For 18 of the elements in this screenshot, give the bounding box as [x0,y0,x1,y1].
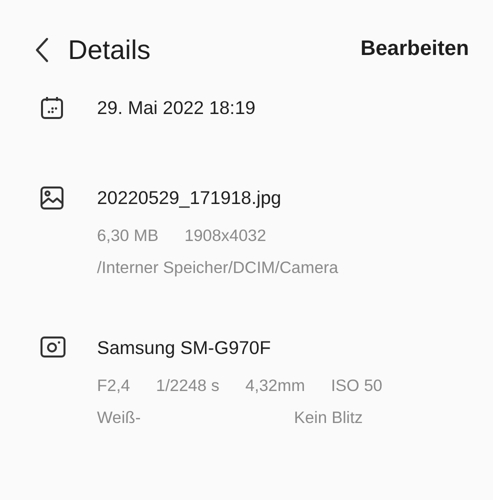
camera-icon [40,336,66,358]
detail-title: 20220529_171918.jpg [97,186,282,210]
detail-value: 1/2248 s [156,376,220,397]
detail-value: F2,4 [97,376,130,397]
detail-value: 6,30 MB [97,226,158,247]
back-icon[interactable] [34,37,50,63]
detail-value: 1908x4032 [184,226,266,247]
image-icon [40,186,64,210]
detail-value: ISO 50 [330,376,382,397]
calendar-icon [40,96,64,120]
detail-value: /Interner Speicher/DCIM/Camera [97,258,338,279]
detail-value: Weiß- [97,408,142,429]
detail-title: Samsung SM-G970F [97,336,272,360]
detail-value: 4,32mm [245,376,305,397]
detail-title: 29. Mai 2022 18:19 [97,96,256,120]
edit-button[interactable]: Bearbeiten [360,37,469,61]
screen-title: Details [68,34,151,66]
detail-value: Kein Blitz [294,408,363,429]
